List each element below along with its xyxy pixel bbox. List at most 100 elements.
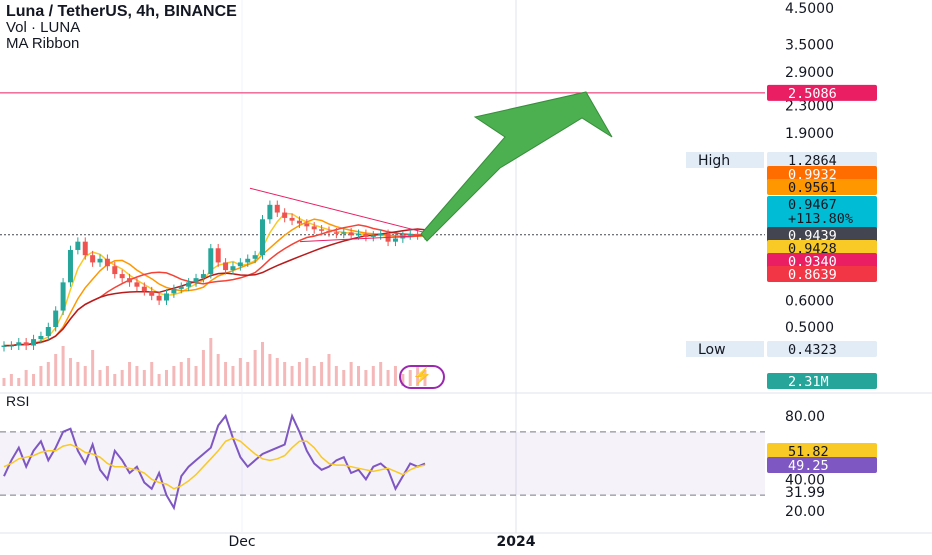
volume-bar: [128, 362, 132, 386]
volume-bar: [98, 370, 102, 386]
volume-bar: [17, 378, 21, 386]
volume-legend[interactable]: Vol · LUNA: [6, 20, 80, 36]
volume-bar: [32, 374, 36, 386]
candle-body: [237, 262, 243, 267]
volume-badge-value: 2.31M: [788, 374, 829, 390]
volume-bar: [157, 374, 161, 386]
price-marker-value: 0.9561: [788, 180, 837, 196]
ma-line-3: [4, 224, 426, 347]
candle-body: [200, 274, 206, 279]
candle-body: [156, 295, 162, 301]
candle-body: [38, 335, 44, 340]
volume-bar: [357, 366, 361, 386]
price-tick-label: 1.9000: [785, 126, 834, 142]
bolt-icon[interactable]: ⚡: [399, 365, 445, 389]
price-chart-svg[interactable]: 4.50003.50002.90002.30001.90000.60000.50…: [0, 0, 932, 550]
ma-ribbon-legend[interactable]: MA Ribbon: [6, 36, 79, 52]
candle-body: [274, 204, 280, 213]
volume-bar: [231, 366, 235, 386]
candle-body: [356, 233, 362, 236]
volume-bar: [120, 370, 124, 386]
candle-body: [267, 204, 273, 220]
candle-body: [171, 288, 177, 294]
candle-body: [289, 217, 295, 221]
volume-bar: [68, 358, 72, 386]
price-tick-label: 0.6000: [785, 294, 834, 310]
volume-bar: [312, 366, 316, 386]
volume-bar: [83, 366, 87, 386]
rsi-tick-label: 80.00: [785, 409, 825, 425]
volume-bar: [327, 354, 331, 386]
volume-bar: [261, 342, 265, 386]
volume-bar: [91, 350, 95, 386]
volume-bar: [253, 350, 257, 386]
volume-bar: [105, 366, 109, 386]
candle-body: [134, 282, 140, 287]
volume-bar: [142, 370, 146, 386]
price-marker-value: 0.8639: [788, 267, 837, 283]
volume-bar: [46, 362, 50, 386]
candle-body: [75, 241, 81, 250]
candle-body: [149, 291, 155, 296]
volume-bar: [305, 358, 309, 386]
candle-body: [296, 220, 302, 224]
volume-bar: [349, 362, 353, 386]
rsi-band: [0, 431, 765, 496]
rsi-tick-label: 31.99: [785, 485, 825, 501]
candle-body: [407, 233, 413, 236]
time-tick-label: Dec: [228, 534, 255, 550]
price-tick-label: 4.5000: [785, 1, 834, 17]
volume-bar: [209, 338, 213, 386]
rsi-legend[interactable]: RSI: [6, 393, 29, 409]
candle-body: [208, 248, 214, 275]
candle-body: [112, 266, 118, 275]
volume-bar: [386, 370, 390, 386]
symbol-legend[interactable]: Luna / TetherUS, 4h, BINANCE: [6, 4, 237, 20]
candle-body: [82, 241, 88, 256]
candle-body: [53, 310, 59, 327]
price-tick-label: 0.5000: [785, 320, 834, 336]
candle-body: [311, 226, 317, 230]
volume-bar: [297, 362, 301, 386]
time-tick-label: 2024: [497, 534, 536, 550]
candle-body: [260, 219, 266, 256]
volume-bar: [216, 354, 220, 386]
candle-body: [304, 223, 310, 227]
volume-bar: [364, 370, 368, 386]
candle-body: [341, 232, 347, 234]
volume-bar: [201, 350, 205, 386]
candle-body: [8, 345, 14, 347]
candle-body: [23, 342, 29, 346]
volume-bar: [164, 370, 168, 386]
candle-body: [127, 278, 133, 283]
volume-bar: [334, 366, 338, 386]
volume-bar: [283, 362, 287, 386]
volume-bar: [379, 362, 383, 386]
volume-bar: [393, 366, 397, 386]
chart-area[interactable]: 4.5000 3.5000 2.9000 2.3000 1.9000 0.6000 0.50…: [0, 0, 932, 550]
candle-body: [319, 229, 325, 231]
candle-body: [45, 327, 51, 336]
candle-body: [186, 282, 192, 287]
volume-bar: [54, 354, 58, 386]
volume-bar: [194, 366, 198, 386]
volume-bar: [224, 362, 228, 386]
price-marker-label: Low: [698, 342, 726, 358]
price-tick-label: 2.9000: [785, 65, 834, 81]
rsi-marker-value: 49.25: [788, 458, 829, 474]
candle-body: [31, 339, 37, 346]
candle-body: [282, 212, 288, 218]
candle-body: [193, 278, 199, 283]
volume-bar: [135, 366, 139, 386]
volume-bar: [150, 362, 154, 386]
volume-bar: [172, 366, 176, 386]
candle-body: [326, 230, 332, 233]
volume-bar: [187, 358, 191, 386]
volume-bar: [238, 358, 242, 386]
candle-body: [215, 248, 221, 263]
candle-body: [333, 232, 339, 234]
candle-body: [60, 282, 66, 311]
candle-body: [16, 342, 22, 346]
volume-bar: [24, 370, 28, 386]
candle-body: [97, 258, 103, 263]
